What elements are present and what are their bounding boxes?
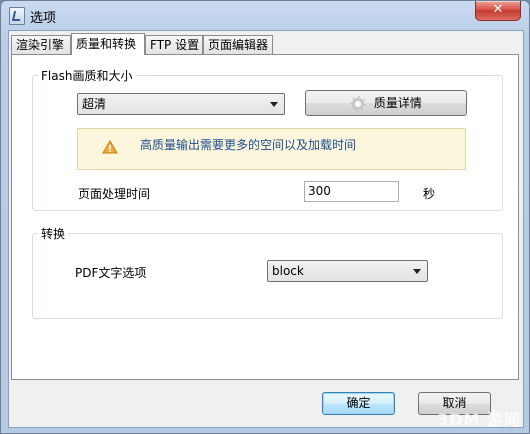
page-time-input[interactable]: 300 (304, 181, 399, 202)
pdf-text-select-value: block (272, 264, 304, 278)
notice-text: 高质量输出需要更多的空间以及加载时间 (140, 138, 357, 152)
options-dialog: 选项 ✕ 渲染引擎 质量和转换 FTP 设置 页面编辑器 Flash画质和大小 … (0, 0, 530, 434)
chevron-down-icon (413, 269, 421, 274)
quality-details-label: 质量详情 (373, 96, 422, 110)
page-time-unit: 秒 (423, 187, 436, 201)
page-time-label: 页面处理时间 (78, 187, 151, 201)
pdf-text-select[interactable]: block (267, 260, 428, 282)
watermark: 3DM 游网 (437, 410, 521, 429)
quality-select[interactable]: 超清 (77, 93, 285, 115)
warning-icon (102, 140, 118, 154)
chevron-down-icon (270, 102, 278, 107)
quality-details-button[interactable]: 质量详情 (305, 90, 467, 116)
conversion-group-label: 转换 (38, 225, 69, 242)
ok-button[interactable]: 确定 (322, 392, 395, 415)
tab-quality-conversion[interactable]: 质量和转换 (71, 33, 145, 55)
tab-panel: Flash画质和大小 超清 质量详情 高质量输出需要更多的空间以及加载时间 页面… (11, 54, 519, 380)
window-title: 选项 (30, 11, 57, 26)
pdf-text-label: PDF文字选项 (75, 266, 147, 280)
flash-group-label: Flash画质和大小 (38, 67, 136, 84)
tab-render-engine[interactable]: 渲染引擎 (11, 35, 71, 54)
quality-notice: 高质量输出需要更多的空间以及加载时间 (77, 128, 466, 170)
quality-select-value: 超清 (82, 97, 107, 111)
app-icon (9, 7, 25, 25)
gear-icon (350, 95, 367, 112)
close-button[interactable]: ✕ (475, 1, 521, 21)
tab-page-editor[interactable]: 页面编辑器 (203, 35, 273, 54)
tab-ftp-settings[interactable]: FTP 设置 (145, 35, 203, 54)
dialog-body: 渲染引擎 质量和转换 FTP 设置 页面编辑器 Flash画质和大小 超清 质量… (8, 30, 524, 428)
title-bar[interactable]: 选项 ✕ (1, 1, 529, 29)
